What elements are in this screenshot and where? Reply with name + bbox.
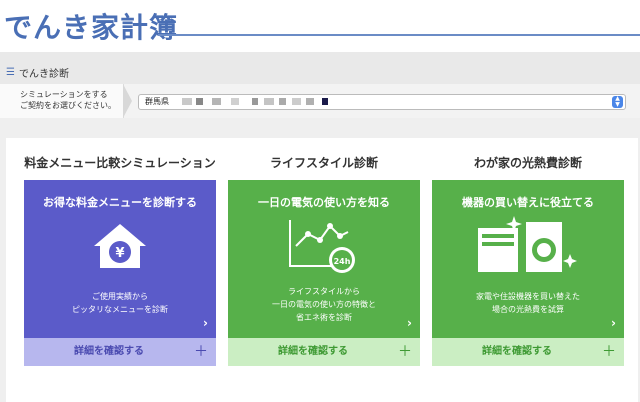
card-title: 機器の買い替えに役立てる <box>462 196 594 209</box>
chevron-right-icon: › <box>407 316 412 330</box>
house-yen-icon: ¥ <box>94 224 146 268</box>
main-content: 料金メニュー比較シミュレーション ライフスタイル診断 わが家の光熱費診断 お得な… <box>0 118 640 402</box>
card-description-line: ライフスタイルから <box>288 287 360 296</box>
redacted-text <box>181 98 192 105</box>
redacted-text <box>322 98 329 105</box>
card-description: ご使用実績から ピッタリなメニューを診断 <box>24 290 216 316</box>
breadcrumb: ☰ でんき診断 <box>6 65 69 80</box>
diagnosis-panel: 料金メニュー比較シミュレーション ライフスタイル診断 わが家の光熱費診断 お得な… <box>6 138 638 402</box>
icon-badge-text: 24h <box>334 257 351 266</box>
app-header: でんき家計簿 <box>0 0 640 52</box>
breadcrumb-bar: ☰ でんき診断 <box>0 52 640 84</box>
redacted-text <box>251 98 258 105</box>
details-button-rate[interactable]: 詳細を確認する ＋ <box>24 338 216 366</box>
card-description-line: ピッタリなメニューを診断 <box>72 305 168 314</box>
details-button-lifestyle[interactable]: 詳細を確認する ＋ <box>228 338 420 366</box>
redacted-text <box>231 98 240 105</box>
redacted-text <box>292 98 302 105</box>
column-title-utility-cost: わが家の光熱費診断 <box>473 156 582 170</box>
line-chart-clock-icon: 24h <box>289 220 355 273</box>
redacted-text <box>196 98 204 105</box>
column-title-lifestyle: ライフスタイル診断 <box>269 156 378 170</box>
plus-icon: ＋ <box>602 344 616 360</box>
details-button-label: 詳細を確認する <box>278 346 348 357</box>
details-button-appliance[interactable]: 詳細を確認する ＋ <box>432 338 624 366</box>
column-title-rate-simulation: 料金メニュー比較シミュレーション <box>24 156 216 170</box>
card-title: 一日の電気の使い方を知る <box>258 196 390 209</box>
card-description-line: 家電や住設機器を買い替えた <box>476 292 580 301</box>
contract-selector-label-line2: ご契約をお選びください。 <box>20 101 116 110</box>
contract-select-value: 群馬県 <box>145 97 169 106</box>
card-description-line: ご使用実績から <box>92 292 148 301</box>
plus-icon: ＋ <box>398 344 412 360</box>
card-description: 家電や住設機器を買い替えた 場合の光熱費を試算 <box>432 290 624 316</box>
contract-selector-label-line1: シミュレーションをする <box>20 90 108 99</box>
card-description: ライフスタイルから 一日の電気の使い方の特徴と 省エネ術を診断 <box>228 285 420 324</box>
list-icon: ☰ <box>6 67 15 78</box>
card-description-line: 一日の電気の使い方の特徴と <box>272 300 376 309</box>
redacted-text <box>211 98 221 105</box>
details-button-label: 詳細を確認する <box>482 346 552 357</box>
contract-selector-bar: シミュレーションをする ご契約をお選びください。 群馬県 ▲ ▼ <box>0 84 640 118</box>
chevron-right-icon: › <box>611 316 616 330</box>
appliances-icon <box>478 216 577 272</box>
rate-menu-card[interactable]: お得な料金メニューを診断する ¥ ご使用実績から ピッタリなメニューを診断 › <box>24 180 216 338</box>
redacted-text <box>264 98 275 105</box>
details-button-label: 詳細を確認する <box>74 346 144 357</box>
contract-select[interactable]: 群馬県 ▲ ▼ <box>138 94 626 110</box>
lifestyle-card[interactable]: 一日の電気の使い方を知る 24h ライフスタイルから 一日の電気の使い方の特徴と… <box>228 180 420 338</box>
card-title: お得な料金メニューを診断する <box>43 196 197 209</box>
redacted-text <box>305 98 314 105</box>
header-divider <box>158 34 640 36</box>
plus-icon: ＋ <box>194 344 208 360</box>
app-logo[interactable]: でんき家計簿 <box>4 6 178 46</box>
contract-selector-label: シミュレーションをする ご契約をお選びください。 <box>0 84 132 118</box>
svg-text:¥: ¥ <box>115 246 124 261</box>
appliance-card[interactable]: 機器の買い替えに役立てる 家電や住設機器を買い替えた 場合の光熱費を試算 › <box>432 180 624 338</box>
redacted-text <box>278 98 286 105</box>
chevron-right-icon: › <box>203 316 208 330</box>
card-description-line: 省エネ術を診断 <box>296 313 352 322</box>
breadcrumb-label: でんき診断 <box>18 69 69 80</box>
select-arrows-icon: ▲ ▼ <box>612 96 623 108</box>
card-description-line: 場合の光熱費を試算 <box>492 305 564 314</box>
